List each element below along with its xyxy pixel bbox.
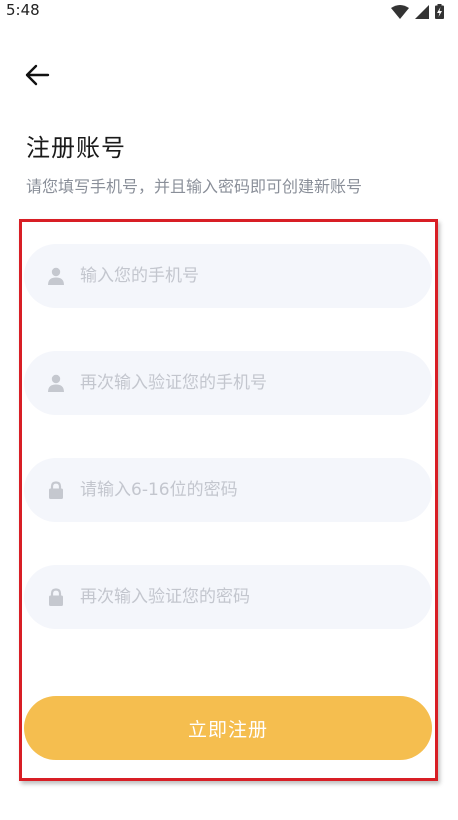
phone-confirm-input[interactable] xyxy=(80,373,400,393)
cellular-signal-icon xyxy=(415,4,429,23)
user-icon xyxy=(46,373,66,393)
user-icon xyxy=(46,266,66,286)
back-button[interactable] xyxy=(20,60,54,94)
phone-input[interactable] xyxy=(80,266,400,286)
status-bar: 5:48 xyxy=(0,0,458,24)
lock-icon xyxy=(46,480,66,500)
wifi-icon xyxy=(391,4,409,23)
phone-confirm-field[interactable] xyxy=(24,351,432,415)
page-title: 注册账号 xyxy=(26,134,126,162)
status-time: 5:48 xyxy=(6,1,40,19)
arrow-left-icon xyxy=(24,64,50,90)
password-confirm-input[interactable] xyxy=(80,587,400,607)
page-subtitle: 请您填写手机号，并且输入密码即可创建新账号 xyxy=(26,177,363,196)
password-input[interactable] xyxy=(80,480,400,500)
lock-icon xyxy=(46,587,66,607)
password-field[interactable] xyxy=(24,458,432,522)
register-button[interactable]: 立即注册 xyxy=(24,696,432,760)
battery-charging-icon xyxy=(435,4,444,23)
password-confirm-field[interactable] xyxy=(24,565,432,629)
phone-field[interactable] xyxy=(24,244,432,308)
status-icons xyxy=(391,4,444,23)
